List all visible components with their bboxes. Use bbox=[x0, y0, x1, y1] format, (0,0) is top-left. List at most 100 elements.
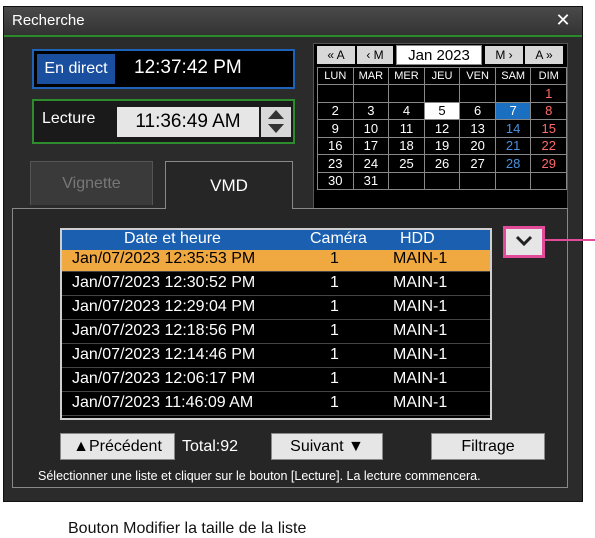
calendar-day[interactable]: 9 bbox=[317, 119, 354, 138]
table-row[interactable]: Jan/07/2023 11:46:09 AM 1 MAIN-1 bbox=[62, 394, 490, 416]
calendar-day bbox=[459, 84, 496, 103]
list-size-toggle-button[interactable] bbox=[503, 226, 545, 258]
table-row[interactable]: Jan/07/2023 12:06:17 PM 1 MAIN-1 bbox=[62, 370, 490, 392]
cell-camera: 1 bbox=[330, 298, 339, 315]
cell-datetime: Jan/07/2023 12:35:53 PM bbox=[72, 250, 256, 267]
cell-camera: 1 bbox=[330, 370, 339, 387]
calendar-day[interactable]: 10 bbox=[352, 119, 390, 138]
calendar-day[interactable]: 5 bbox=[423, 101, 461, 120]
tab-thumbnail[interactable]: Vignette bbox=[30, 161, 153, 205]
calendar-days: 1 2 3 4 5 6 7 8 9 10 11 12 13 14 15 16 17 18 19 20 21 22 23 24 2… bbox=[317, 84, 567, 190]
calendar-day bbox=[388, 171, 425, 190]
next-year-button[interactable]: A » bbox=[525, 46, 563, 64]
table-row[interactable]: Jan/07/2023 12:18:56 PM 1 MAIN-1 bbox=[62, 322, 490, 344]
prev-year-button[interactable]: « A bbox=[317, 46, 355, 64]
calendar-day[interactable]: 3 bbox=[352, 101, 390, 120]
cell-hdd: MAIN-1 bbox=[393, 250, 448, 267]
calendar-day[interactable]: 23 bbox=[317, 154, 354, 173]
instruction-text: Sélectionner une liste et cliquer sur le… bbox=[38, 469, 481, 483]
calendar-day[interactable]: 21 bbox=[494, 136, 532, 155]
filter-button[interactable]: Filtrage bbox=[431, 433, 545, 460]
calendar-day[interactable]: 27 bbox=[459, 154, 496, 173]
weekday-label: MER bbox=[388, 67, 425, 85]
calendar-day[interactable]: 14 bbox=[494, 119, 532, 138]
cell-datetime: Jan/07/2023 12:14:46 PM bbox=[72, 346, 256, 363]
cell-hdd: MAIN-1 bbox=[393, 346, 448, 363]
calendar-day[interactable]: 18 bbox=[388, 136, 425, 155]
close-icon[interactable]: ✕ bbox=[552, 10, 574, 30]
calendar-day[interactable]: 1 bbox=[530, 84, 567, 103]
tab-vmd[interactable]: VMD bbox=[165, 161, 293, 209]
calendar-week: 23 24 25 26 27 28 29 bbox=[317, 154, 567, 173]
cell-hdd: MAIN-1 bbox=[393, 370, 448, 387]
table-row[interactable]: Jan/07/2023 12:30:52 PM 1 MAIN-1 bbox=[62, 274, 490, 296]
cell-camera: 1 bbox=[330, 274, 339, 291]
cell-datetime: Jan/07/2023 12:30:52 PM bbox=[72, 274, 256, 291]
cell-hdd: MAIN-1 bbox=[393, 298, 448, 315]
prev-page-button[interactable]: ▲Précédent bbox=[60, 433, 175, 460]
weekday-label: JEU bbox=[423, 67, 461, 85]
calendar-day[interactable]: 15 bbox=[530, 119, 567, 138]
calendar-day[interactable]: 22 bbox=[530, 136, 567, 155]
calendar-day[interactable]: 29 bbox=[530, 154, 567, 173]
cell-datetime: Jan/07/2023 12:06:17 PM bbox=[72, 370, 256, 387]
calendar-grid: LUN MAR MER JEU VEN SAM DIM 1 2 3 4 5 6 7 8 9 10 1… bbox=[317, 67, 567, 190]
calendar-day bbox=[423, 84, 461, 103]
table-row[interactable]: Jan/07/2023 12:35:53 PM 1 MAIN-1 bbox=[62, 250, 490, 272]
calendar-week: 1 bbox=[317, 84, 567, 103]
calendar-day[interactable]: 17 bbox=[352, 136, 390, 155]
table-row[interactable]: Jan/07/2023 12:29:04 PM 1 MAIN-1 bbox=[62, 298, 490, 320]
callout-line bbox=[545, 239, 595, 241]
calendar-day[interactable]: 20 bbox=[459, 136, 496, 155]
header-camera: Caméra bbox=[310, 230, 367, 247]
next-month-button[interactable]: M › bbox=[485, 46, 523, 64]
calendar-day bbox=[459, 171, 496, 190]
calendar-day[interactable]: 16 bbox=[317, 136, 354, 155]
calendar-day[interactable]: 19 bbox=[423, 136, 461, 155]
calendar-day[interactable]: 6 bbox=[459, 101, 496, 120]
calendar-day[interactable]: 12 bbox=[423, 119, 461, 138]
next-page-button[interactable]: Suivant ▼ bbox=[271, 433, 383, 460]
chevron-down-icon bbox=[515, 235, 533, 247]
weekday-label: VEN bbox=[459, 67, 496, 85]
live-button[interactable]: En direct bbox=[37, 54, 115, 84]
header-datetime: Date et heure bbox=[124, 230, 221, 247]
weekday-label: DIM bbox=[530, 67, 567, 85]
calendar-day[interactable]: 4 bbox=[388, 101, 425, 120]
time-spinner[interactable] bbox=[261, 107, 291, 137]
calendar-day[interactable]: 13 bbox=[459, 119, 496, 138]
calendar-week: 30 31 bbox=[317, 171, 567, 190]
playback-time-field[interactable]: 11:36:49 AM bbox=[117, 107, 259, 137]
calendar-day[interactable]: 2 bbox=[317, 101, 354, 120]
title-bar: Recherche ✕ bbox=[4, 7, 582, 35]
spin-down-icon[interactable] bbox=[268, 124, 284, 133]
calendar-day[interactable]: 31 bbox=[352, 171, 390, 190]
spin-up-icon[interactable] bbox=[268, 110, 284, 119]
live-display: En direct 12:37:42 PM bbox=[32, 49, 295, 89]
calendar-month: Jan 2023 bbox=[396, 45, 482, 65]
calendar-day[interactable]: 30 bbox=[317, 171, 354, 190]
calendar-day[interactable]: 7 bbox=[494, 101, 532, 120]
live-time: 12:37:42 PM bbox=[134, 57, 242, 78]
calendar-week: 9 10 11 12 13 14 15 bbox=[317, 119, 567, 138]
calendar-day[interactable]: 8 bbox=[530, 101, 567, 120]
cell-datetime: Jan/07/2023 12:29:04 PM bbox=[72, 298, 256, 315]
calendar-day[interactable]: 28 bbox=[494, 154, 532, 173]
calendar-day[interactable]: 25 bbox=[388, 154, 425, 173]
title-divider bbox=[4, 35, 582, 37]
list-header: Date et heure Caméra HDD bbox=[62, 230, 490, 250]
calendar: « A ‹ M Jan 2023 M › A » LUN MAR MER JEU… bbox=[313, 43, 568, 210]
calendar-day[interactable]: 11 bbox=[388, 119, 425, 138]
calendar-week: 16 17 18 19 20 21 22 bbox=[317, 136, 567, 155]
cell-camera: 1 bbox=[330, 394, 339, 411]
weekday-label: SAM bbox=[494, 67, 532, 85]
table-row[interactable]: Jan/07/2023 12:14:46 PM 1 MAIN-1 bbox=[62, 346, 490, 368]
playback-display: Lecture 11:36:49 AM bbox=[32, 99, 295, 144]
callout-caption: Bouton Modifier la taille de la liste bbox=[68, 520, 307, 537]
calendar-day bbox=[494, 84, 532, 103]
prev-month-button[interactable]: ‹ M bbox=[357, 46, 393, 64]
calendar-day[interactable]: 24 bbox=[352, 154, 390, 173]
calendar-day[interactable]: 26 bbox=[423, 154, 461, 173]
cell-camera: 1 bbox=[330, 346, 339, 363]
calendar-day bbox=[352, 84, 390, 103]
